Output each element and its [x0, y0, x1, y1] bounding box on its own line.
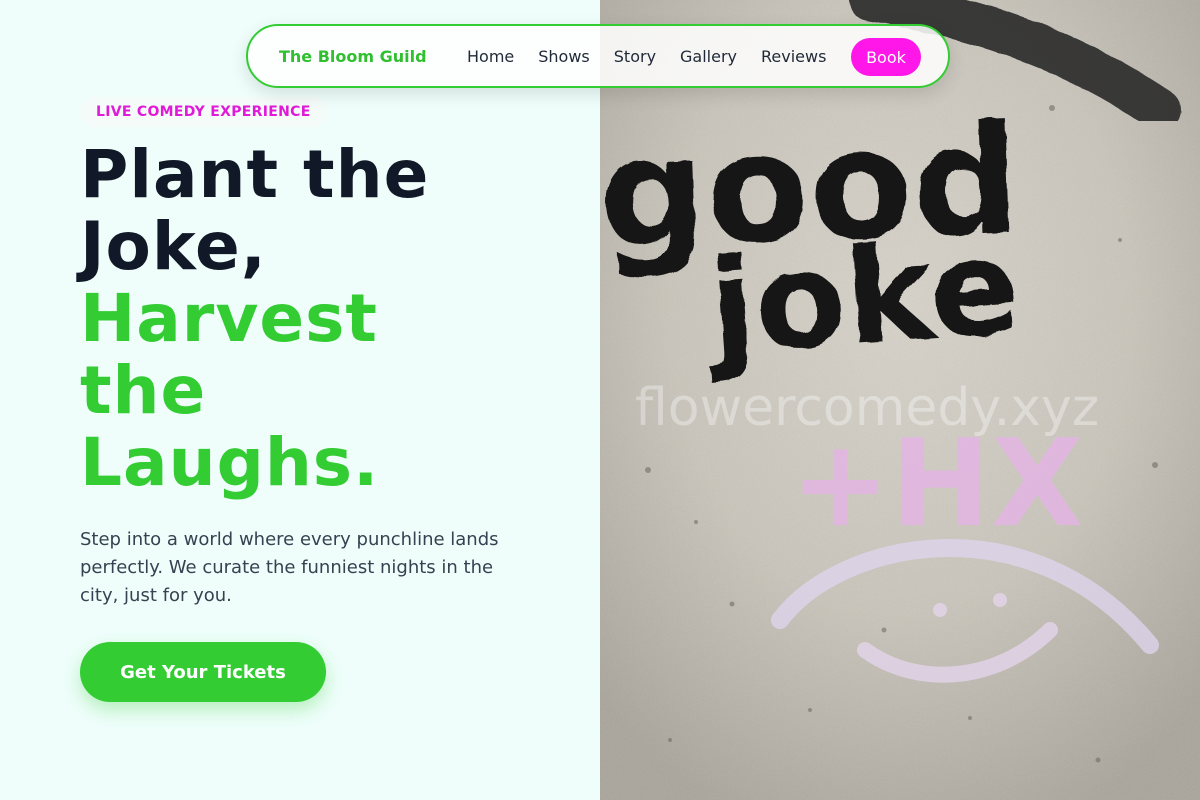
hero-copy-panel: LIVE COMEDY EXPERIENCE Plant the Joke, H… [0, 0, 600, 800]
heading-line-2: Joke, [80, 208, 267, 285]
hero-heading: Plant the Joke, Harvest the Laughs. [80, 139, 429, 499]
nav-link-reviews[interactable]: Reviews [761, 47, 826, 66]
nav-link-shows[interactable]: Shows [538, 47, 590, 66]
nav-link-home[interactable]: Home [467, 47, 514, 66]
heading-line-3: Harvest [80, 280, 378, 357]
watermark-text: flowercomedy.xyz [635, 378, 1099, 438]
heading-line-5: Laughs. [80, 424, 380, 501]
graffiti-joke-text: joke [700, 210, 1025, 386]
hero-graffiti-image: good joke +HX flowercomedy.xyz [600, 0, 1200, 800]
heading-line-4: the [80, 352, 207, 429]
brand-name[interactable]: The Bloom Guild [279, 47, 427, 66]
eyebrow-badge: LIVE COMEDY EXPERIENCE [80, 97, 327, 127]
get-tickets-button[interactable]: Get Your Tickets [80, 642, 326, 702]
heading-line-1: Plant the [80, 136, 430, 213]
nav-link-story[interactable]: Story [614, 47, 656, 66]
graffiti-artwork: good joke +HX flowercomedy.xyz [600, 0, 1200, 800]
top-navigation: The Bloom Guild Home Shows Story Gallery… [246, 24, 950, 88]
nav-link-gallery[interactable]: Gallery [680, 47, 737, 66]
book-button[interactable]: Book [851, 38, 921, 76]
nav-links: Home Shows Story Gallery Reviews [467, 47, 850, 66]
hero-description: Step into a world where every punchline … [80, 529, 499, 606]
landing-page: LIVE COMEDY EXPERIENCE Plant the Joke, H… [0, 0, 1200, 800]
